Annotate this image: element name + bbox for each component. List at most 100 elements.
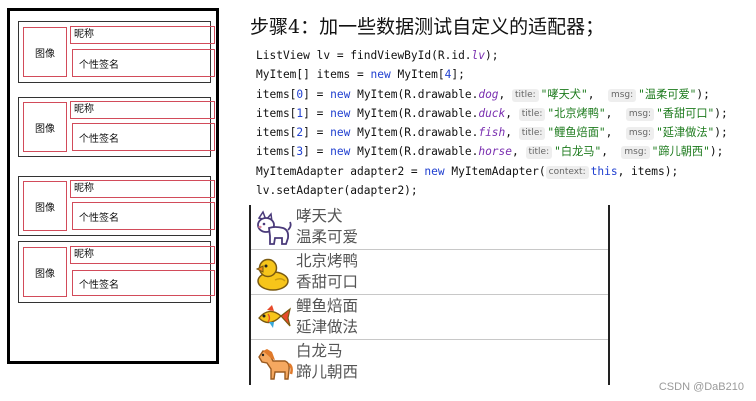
code-text: ] =: [303, 106, 331, 120]
code-text: );: [485, 49, 499, 62]
mock-image-box: 图像: [23, 102, 67, 152]
code-keyword: new: [330, 145, 351, 159]
layout-mockup: 图像 昵称 个性签名 图像 昵称 个性签名 图像 昵称 个性签名 图像 昵称 个…: [7, 8, 219, 364]
code-string: "延津做法": [656, 126, 715, 140]
mock-nickname-box: 昵称: [70, 26, 215, 44]
code-line: lv.setAdapter(adapter2);: [256, 184, 418, 198]
code-text: , items);: [617, 164, 679, 178]
mock-signature-box: 个性签名: [72, 202, 215, 230]
param-hint: context:: [545, 165, 589, 179]
item-message: 香甜可口: [296, 273, 359, 291]
code-text: );: [714, 106, 728, 120]
code-text: ,: [587, 87, 608, 101]
code-resource: fish: [478, 126, 506, 140]
mock-signature-box: 个性签名: [72, 270, 215, 296]
code-text: items[: [256, 145, 297, 159]
code-line: MyItemAdapter adapter2 = new MyItemAdapt…: [256, 162, 728, 181]
code-id: lv: [471, 49, 486, 62]
mock-signature-box: 个性签名: [72, 123, 215, 151]
code-string: "温柔可爱": [638, 87, 697, 101]
code-string: "蹄儿朝西": [651, 145, 710, 159]
item-message: 温柔可爱: [296, 228, 359, 246]
code-text: MyItem(R.drawable.: [350, 106, 479, 120]
code-resource: duck: [478, 106, 506, 120]
list-item[interactable]: 北京烤鸭 香甜可口: [251, 250, 608, 295]
code-block: ListView lv = findViewById(R.id.lv); MyIt…: [256, 46, 728, 200]
code-text: MyItemAdapter(: [444, 164, 546, 178]
item-message: 延津做法: [296, 318, 359, 336]
mock-signature-box: 个性签名: [72, 49, 215, 77]
divider: [608, 205, 610, 385]
code-resource: horse: [478, 145, 513, 159]
code-text: ListView lv = findViewById(R.id.: [256, 49, 472, 62]
code-string: "白龙马": [554, 145, 602, 159]
param-hint: title:: [525, 146, 553, 160]
code-line: MyItem[] items = new MyItem[4];: [256, 65, 728, 84]
code-keyword: new: [330, 87, 351, 101]
param-hint: msg:: [621, 146, 650, 160]
code-keyword: new: [330, 126, 351, 140]
code-text: items[: [256, 106, 297, 120]
list-item[interactable]: 鲤鱼焙面 延津做法: [251, 295, 608, 340]
code-text: ,: [505, 106, 519, 120]
code-text: ,: [601, 145, 622, 159]
code-keyword: this: [590, 164, 618, 178]
code-string: "鲤鱼焙面": [547, 126, 606, 140]
mock-nickname-box: 昵称: [70, 246, 215, 264]
param-hint: title:: [518, 107, 546, 121]
param-hint: msg:: [625, 127, 655, 141]
code-text: MyItem(R.drawable.: [350, 126, 479, 140]
step-title: 步骤4：加一些数据测试自定义的适配器；: [250, 16, 605, 38]
code-text: ] =: [303, 126, 331, 140]
param-hint: msg:: [625, 107, 655, 121]
item-title: 白龙马: [296, 342, 343, 360]
code-text: ] =: [303, 145, 331, 159]
code-resource: dog: [478, 87, 499, 101]
item-title: 哮天犬: [296, 207, 343, 225]
code-keyword: new: [330, 106, 351, 120]
code-text: items[: [256, 87, 297, 101]
code-text: );: [709, 145, 724, 159]
mock-item: 图像 昵称 个性签名: [18, 241, 215, 303]
list-item[interactable]: 白龙马 蹄儿朝西: [251, 340, 608, 385]
code-text: MyItemAdapter adapter2 =: [256, 164, 425, 178]
code-text: ,: [512, 145, 526, 159]
code-line: items[0] = new MyItem(R.drawable.dog, ti…: [256, 85, 728, 104]
code-text: MyItem[: [390, 68, 445, 82]
code-text: ,: [605, 106, 626, 120]
item-title: 鲤鱼焙面: [296, 297, 359, 315]
code-text: MyItem(R.drawable.: [350, 145, 479, 159]
code-line: items[1] = new MyItem(R.drawable.duck, t…: [256, 104, 728, 123]
code-string: "香甜可口": [656, 106, 715, 120]
code-text: );: [714, 126, 728, 140]
duck-icon: [255, 258, 289, 291]
watermark: CSDN @DaB210: [658, 381, 744, 393]
code-text: items[: [256, 126, 297, 140]
code-text: ];: [451, 68, 465, 82]
item-message: 蹄儿朝西: [296, 363, 359, 381]
mock-image-box: 图像: [23, 27, 67, 77]
item-title: 北京烤鸭: [296, 252, 359, 270]
code-text: MyItem(R.drawable.: [350, 87, 479, 101]
code-line: items[2] = new MyItem(R.drawable.fish, t…: [256, 123, 728, 142]
code-keyword: new: [370, 68, 391, 82]
code-text: MyItem[] items =: [256, 68, 371, 82]
code-text: ,: [505, 126, 519, 140]
mock-item: 图像 昵称 个性签名: [18, 21, 215, 83]
list-item[interactable]: 哮天犬 温柔可爱: [251, 205, 608, 250]
code-string: "哮天犬": [540, 87, 588, 101]
mock-image-box: 图像: [23, 181, 67, 231]
fish-icon: [258, 305, 291, 328]
param-hint: title:: [518, 127, 546, 141]
list-preview: 哮天犬 温柔可爱 北京烤鸭 香甜可口 鲤鱼焙面 延津做法 白龙马 蹄儿朝西: [249, 205, 611, 385]
mock-item: 图像 昵称 个性签名: [18, 97, 215, 157]
code-keyword: new: [424, 164, 445, 178]
horse-icon: [258, 349, 293, 380]
dog-icon: [257, 210, 292, 245]
code-text: ,: [498, 87, 513, 101]
param-hint: title:: [512, 88, 539, 102]
code-text: ] =: [303, 87, 331, 101]
code-string: "北京烤鸭": [547, 106, 606, 120]
code-line: ListView lv = findViewById(R.id.lv);: [256, 46, 728, 65]
mock-image-box: 图像: [23, 247, 67, 297]
